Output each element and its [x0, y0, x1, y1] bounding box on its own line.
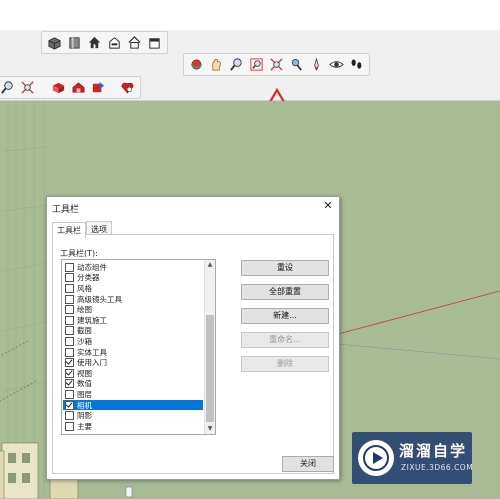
list-item-label: 图层: [77, 389, 92, 399]
new-button[interactable]: 新建...: [241, 308, 329, 324]
checkbox[interactable]: [65, 305, 74, 315]
toolbar-list-items: 动态组件 分类器 风格 高级镜头工具 绘图 建筑施工 截面 沙箱 实体工具 使用入门 视图 数值 图层相…: [63, 262, 203, 432]
list-item[interactable]: 风格: [63, 283, 203, 294]
top-view-icon[interactable]: [66, 34, 83, 51]
warehouse-icon[interactable]: [70, 79, 87, 96]
eye-icon[interactable]: [328, 56, 345, 73]
play-logo-icon: [358, 440, 394, 476]
tab-toolbars[interactable]: 工具栏: [52, 222, 86, 238]
toolbar-area: [0, 30, 500, 101]
toolbar-listbox[interactable]: 动态组件 分类器 风格 高级镜头工具 绘图 建筑施工 截面 沙箱 实体工具 使用入门 视图 数值 图层相…: [61, 259, 216, 435]
camera-toolbar: [183, 53, 370, 76]
rename-button[interactable]: 重命名...: [241, 332, 329, 348]
list-item[interactable]: 绘图: [63, 304, 203, 315]
listbox-scrollbar[interactable]: ▲ ▼: [204, 260, 215, 434]
list-item-label: 建筑施工: [77, 315, 107, 325]
checkbox[interactable]: [65, 411, 74, 421]
list-item-label: 主要: [77, 421, 92, 431]
list-item-label: 使用入门: [77, 358, 107, 368]
list-item[interactable]: 建筑施工: [63, 315, 203, 326]
watermark: 溜溜自学 ZIXUE.3D66.COM: [352, 432, 474, 484]
watermark-url: ZIXUE.3D66.COM: [401, 463, 474, 472]
right-view-icon[interactable]: [106, 34, 123, 51]
checkbox[interactable]: [65, 326, 74, 336]
list-item-label: 风格: [77, 283, 92, 293]
toolbar-separator: [39, 79, 47, 96]
footprints-icon[interactable]: [348, 56, 365, 73]
checkbox[interactable]: [65, 336, 74, 346]
toolbars-dialog: 工具栏 ✕ 工具栏 选项 工具栏(T): 动态组件 分类器 风格 高级镜头工具 绘图 建筑…: [46, 196, 340, 480]
views-toolbar: [41, 31, 168, 54]
list-item[interactable]: 数值: [63, 379, 203, 390]
share-model-icon[interactable]: [90, 79, 107, 96]
list-item[interactable]: 动态组件: [63, 262, 203, 273]
look-around-icon[interactable]: [308, 56, 325, 73]
checkbox[interactable]: [65, 400, 74, 410]
orbit-icon[interactable]: [188, 56, 205, 73]
list-item[interactable]: 分类器: [63, 273, 203, 284]
extension-warehouse-icon[interactable]: [119, 79, 136, 96]
list-item[interactable]: 相机: [63, 399, 203, 411]
zoom-extents-icon[interactable]: [268, 56, 285, 73]
left-toolbar: [0, 76, 141, 99]
list-item[interactable]: 沙箱: [63, 336, 203, 347]
list-item[interactable]: 截面: [63, 326, 203, 337]
iso-view-icon[interactable]: [46, 34, 63, 51]
checkbox[interactable]: [65, 294, 74, 304]
list-item-label: 沙箱: [77, 336, 92, 346]
list-item-label: 高级镜头工具: [77, 294, 122, 304]
delete-button[interactable]: 删除: [241, 356, 329, 372]
left-view-icon[interactable]: [146, 34, 163, 51]
list-item-label: 动态组件: [77, 262, 107, 272]
close-button[interactable]: 关闭: [282, 456, 334, 472]
tab-panel: 工具栏(T): 动态组件 分类器 风格 高级镜头工具 绘图 建筑施工 截面 沙箱 实体工具 使用入…: [52, 234, 334, 474]
checkbox[interactable]: [65, 347, 74, 357]
list-item-label: 截面: [77, 326, 92, 336]
scroll-down-icon[interactable]: ▼: [205, 424, 215, 434]
list-item-label: 阴影: [77, 411, 92, 421]
reset-all-button[interactable]: 全部重置: [241, 284, 329, 300]
window-top-strip: [0, 0, 500, 31]
list-item-label: 绘图: [77, 305, 92, 315]
checkbox[interactable]: [65, 389, 74, 399]
list-item-label: 相机: [77, 400, 92, 410]
zoom-icon[interactable]: [228, 56, 245, 73]
list-item[interactable]: 阴影: [63, 410, 203, 421]
list-item[interactable]: 高级镜头工具: [63, 294, 203, 305]
section-plane-icon[interactable]: [50, 79, 67, 96]
checkbox[interactable]: [65, 368, 74, 378]
toolbar-separator: [110, 79, 116, 96]
list-item[interactable]: 图层: [63, 389, 203, 400]
checkbox[interactable]: [65, 262, 74, 272]
checkbox[interactable]: [65, 379, 74, 389]
checkbox[interactable]: [65, 358, 74, 368]
checkbox[interactable]: [65, 421, 74, 431]
checkbox[interactable]: [65, 273, 74, 283]
scroll-up-icon[interactable]: ▲: [205, 260, 215, 270]
scroll-thumb[interactable]: [206, 315, 214, 422]
checkbox[interactable]: [65, 283, 74, 293]
toolbar-list-label: 工具栏(T):: [60, 249, 98, 258]
watermark-brand: 溜溜自学: [399, 442, 468, 460]
list-item[interactable]: 视图: [63, 368, 203, 379]
position-camera-icon[interactable]: [288, 56, 305, 73]
back-view-icon[interactable]: [126, 34, 143, 51]
checkbox[interactable]: [65, 315, 74, 325]
list-item[interactable]: 主要: [63, 421, 203, 432]
reset-button[interactable]: 重设: [241, 260, 329, 276]
list-item[interactable]: 实体工具: [63, 347, 203, 358]
zoom-extents-icon[interactable]: [19, 79, 36, 96]
list-item-label: 分类器: [77, 273, 100, 283]
pan-icon[interactable]: [208, 56, 225, 73]
front-view-icon[interactable]: [86, 34, 103, 51]
dialog-title: 工具栏: [52, 205, 80, 215]
list-item-label: 视图: [77, 368, 92, 378]
list-item-label: 数值: [77, 379, 92, 389]
list-item[interactable]: 使用入门: [63, 357, 203, 368]
list-item-label: 实体工具: [77, 347, 107, 357]
dialog-close-icon[interactable]: ✕: [321, 199, 335, 213]
zoom-icon[interactable]: [0, 79, 16, 96]
zoom-window-icon[interactable]: [248, 56, 265, 73]
